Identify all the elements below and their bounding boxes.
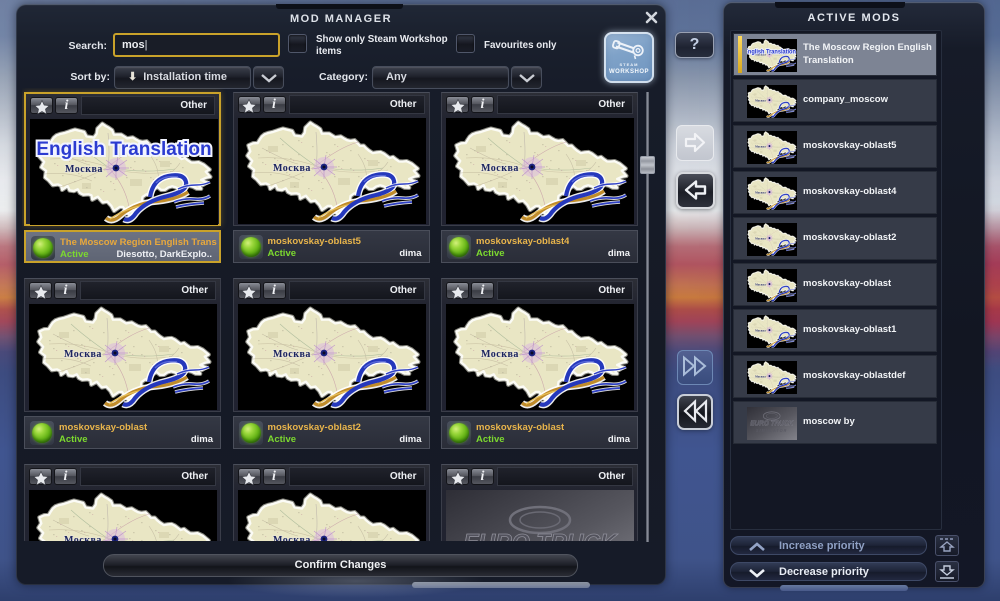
svg-text:English Translation: English Translation	[747, 49, 796, 55]
svg-text:English Translation: English Translation	[36, 139, 211, 160]
